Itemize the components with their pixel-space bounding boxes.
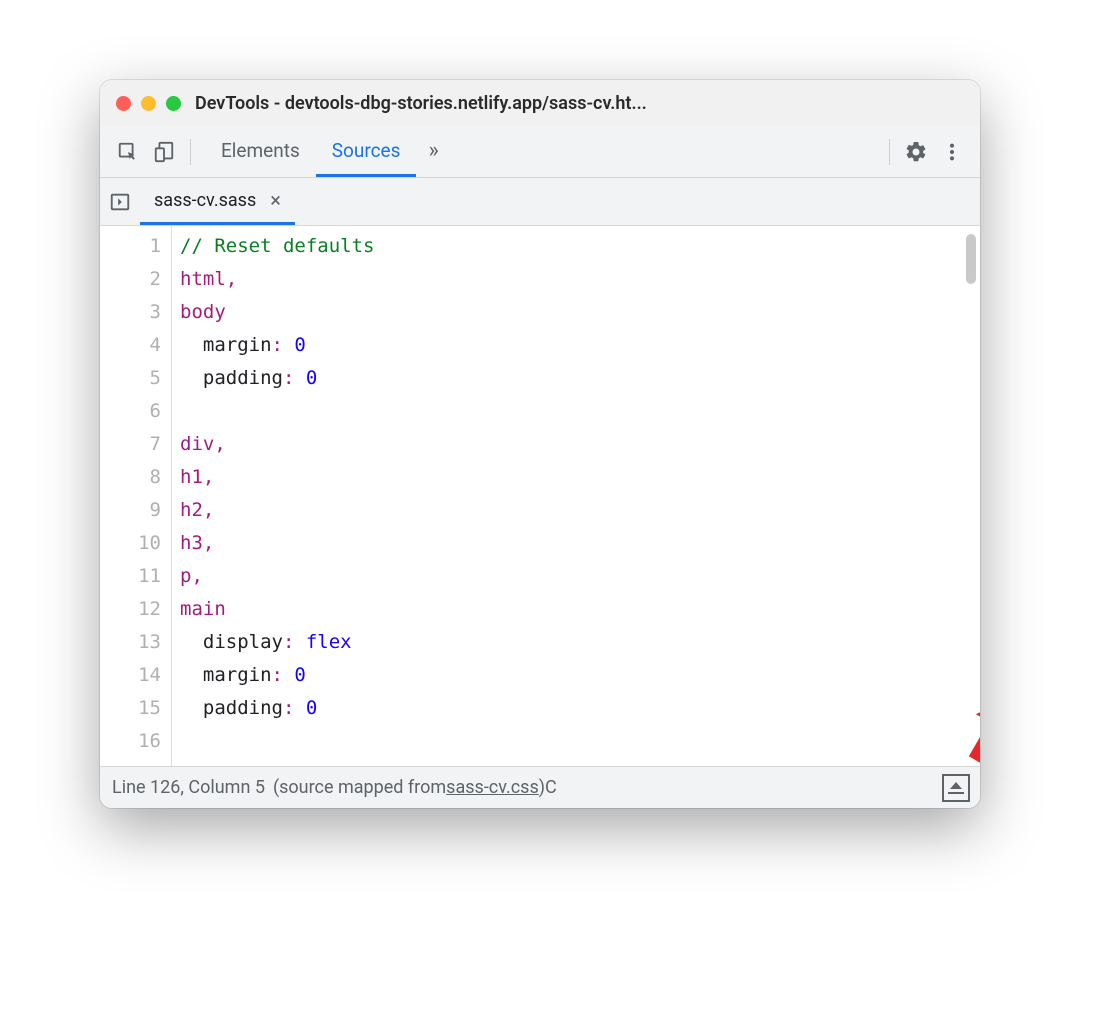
close-window-button[interactable] [116, 96, 131, 111]
status-trail: C [545, 777, 557, 798]
titlebar[interactable]: DevTools - devtools-dbg-stories.netlify.… [100, 80, 980, 126]
file-tabs-bar: sass-cv.sass × [100, 178, 980, 226]
separator [889, 139, 890, 165]
drawer-toggle-icon[interactable] [942, 774, 970, 802]
source-map-link[interactable]: sass-cv.css [446, 777, 539, 798]
main-toolbar: Elements Sources » [100, 126, 980, 178]
more-menu-icon[interactable] [934, 134, 970, 170]
device-toolbar-icon[interactable] [146, 134, 182, 170]
scrollbar-thumb[interactable] [966, 234, 976, 284]
settings-gear-icon[interactable] [898, 134, 934, 170]
traffic-lights [116, 96, 181, 111]
cursor-position: Line 126, Column 5 [112, 777, 265, 798]
window-title: DevTools - devtools-dbg-stories.netlify.… [195, 93, 964, 114]
code-editor[interactable]: 12345678910111213141516 // Reset default… [100, 226, 980, 766]
maximize-window-button[interactable] [166, 96, 181, 111]
navigator-toggle-icon[interactable] [100, 178, 140, 225]
tab-elements[interactable]: Elements [205, 126, 316, 177]
minimize-window-button[interactable] [141, 96, 156, 111]
inspect-element-icon[interactable] [110, 134, 146, 170]
separator [190, 139, 191, 165]
panel-tabs: Elements Sources » [205, 126, 543, 177]
close-tab-icon[interactable]: × [266, 188, 285, 212]
line-number-gutter: 12345678910111213141516 [100, 226, 172, 766]
file-tab-label: sass-cv.sass [154, 190, 256, 211]
tabs-overflow-button[interactable]: » [416, 126, 450, 177]
devtools-window: DevTools - devtools-dbg-stories.netlify.… [100, 80, 980, 808]
code-content[interactable]: // Reset defaultshtml,body margin: 0 pad… [172, 226, 980, 766]
tab-sources[interactable]: Sources [316, 126, 417, 177]
source-map-prefix: (source mapped from [273, 777, 446, 798]
statusbar: Line 126, Column 5 (source mapped from s… [100, 766, 980, 808]
file-tab-sass-cv[interactable]: sass-cv.sass × [140, 178, 295, 225]
